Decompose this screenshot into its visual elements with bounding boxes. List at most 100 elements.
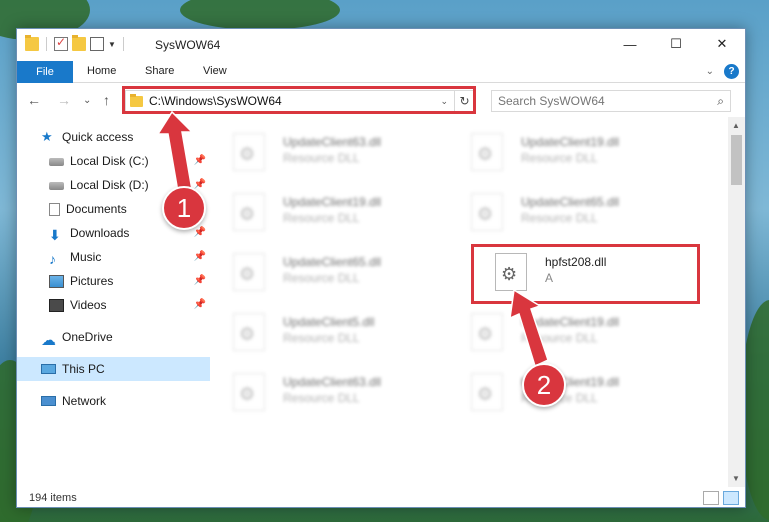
separator xyxy=(46,37,47,51)
sidebar-item-videos[interactable]: Videos 📌 xyxy=(17,293,210,317)
ribbon-collapse-chevron-icon[interactable]: ⌄ xyxy=(706,66,714,77)
step-badge-1: 1 xyxy=(162,186,206,230)
pin-icon[interactable]: 📌 xyxy=(194,155,206,166)
vertical-scrollbar[interactable]: ▲ ▼ xyxy=(728,117,745,487)
file-type: Resource DLL xyxy=(283,331,360,345)
large-icons-view-icon[interactable] xyxy=(723,491,739,505)
pin-icon[interactable]: 📌 xyxy=(194,251,206,262)
status-bar: 194 items xyxy=(17,487,745,509)
sidebar-item-this-pc[interactable]: This PC xyxy=(17,357,210,381)
title-bar: ▼ SysWOW64 — ☐ ✕ xyxy=(17,29,745,61)
download-icon: ⬇ xyxy=(49,226,61,243)
music-icon: ♪ xyxy=(49,250,56,267)
search-input[interactable] xyxy=(498,94,718,108)
ribbon-tabs: File Home Share View ⌄ ? xyxy=(17,61,745,83)
dll-file-icon xyxy=(233,373,265,411)
sidebar-item-label: Documents xyxy=(66,202,127,216)
customize-toolbar-chevron-icon[interactable]: ▼ xyxy=(108,40,116,49)
dll-file-icon xyxy=(233,313,265,351)
file-type: Resource DLL xyxy=(521,331,598,345)
tab-home[interactable]: Home xyxy=(87,65,116,77)
dll-file-icon xyxy=(471,313,503,351)
properties-icon[interactable] xyxy=(90,37,104,51)
sidebar-item-label: Music xyxy=(70,250,102,264)
file-highlight xyxy=(471,244,700,304)
disk-icon xyxy=(49,158,64,166)
recent-locations-chevron-icon[interactable]: ⌄ xyxy=(83,95,91,106)
details-view-icon[interactable] xyxy=(703,491,719,505)
network-icon xyxy=(41,396,56,406)
up-arrow-icon[interactable]: ↑ xyxy=(103,92,110,108)
pin-icon[interactable]: 📌 xyxy=(194,299,206,310)
cloud-icon: ☁ xyxy=(41,331,56,349)
view-switcher xyxy=(703,491,739,505)
search-icon[interactable]: ⌕ xyxy=(717,94,724,109)
file-item[interactable]: UpdateClient5.dll Resource DLL xyxy=(213,309,433,357)
ribbon-right-controls: ⌄ ? xyxy=(706,64,739,79)
file-type: Resource DLL xyxy=(283,151,360,165)
file-item[interactable]: UpdateClient65.dll Resource DLL xyxy=(451,189,671,237)
videos-icon xyxy=(49,298,64,312)
file-name: UpdateClient65.dll xyxy=(521,195,620,209)
step-badge-2: 2 xyxy=(522,363,566,407)
tab-view[interactable]: View xyxy=(203,65,227,77)
sidebar-item-local-disk-c[interactable]: Local Disk (C:) 📌 xyxy=(17,149,210,173)
sidebar-item-label: Local Disk (C:) xyxy=(70,154,149,168)
close-button[interactable]: ✕ xyxy=(699,29,745,59)
sidebar-item-label: OneDrive xyxy=(62,330,113,344)
pin-icon[interactable]: 📌 xyxy=(194,227,206,238)
help-icon[interactable]: ? xyxy=(724,64,739,79)
file-item[interactable]: UpdateClient65.dll Resource DLL xyxy=(213,249,433,297)
scroll-down-arrow-icon[interactable]: ▼ xyxy=(732,474,740,483)
navigation-pane: ★ Quick access Local Disk (C:) 📌 Local D… xyxy=(17,125,210,475)
file-item[interactable]: UpdateClient63.dll Resource DLL xyxy=(213,129,433,177)
dll-file-icon xyxy=(233,193,265,231)
pin-icon[interactable]: 📌 xyxy=(194,275,206,286)
sidebar-item-label: Local Disk (D:) xyxy=(70,178,149,192)
separator xyxy=(122,37,124,51)
sidebar-item-music[interactable]: ♪ Music 📌 xyxy=(17,245,210,269)
file-type: Resource DLL xyxy=(521,151,598,165)
sidebar-item-network[interactable]: Network xyxy=(17,389,210,413)
back-arrow-icon[interactable]: ← xyxy=(27,92,41,108)
forward-arrow-icon[interactable]: → xyxy=(57,92,71,108)
scrollbar-thumb[interactable] xyxy=(731,135,742,185)
tab-share[interactable]: Share xyxy=(145,65,174,77)
file-item[interactable]: UpdateClient19.dll Resource DLL xyxy=(451,129,671,177)
palm-leaf xyxy=(180,0,340,30)
window-title: SysWOW64 xyxy=(155,38,221,52)
dll-file-icon xyxy=(471,373,503,411)
sidebar-item-quick-access[interactable]: ★ Quick access xyxy=(17,125,210,149)
file-name: UpdateClient19.dll xyxy=(521,135,620,149)
dll-file-icon xyxy=(471,193,503,231)
file-name: UpdateClient19.dll xyxy=(521,315,620,329)
new-folder-icon[interactable] xyxy=(72,35,86,51)
disk-icon xyxy=(49,182,64,190)
search-box[interactable]: ⌕ xyxy=(491,90,731,112)
file-item[interactable]: UpdateClient19.dll Resource DLL xyxy=(451,309,671,357)
maximize-button[interactable]: ☐ xyxy=(653,29,699,59)
file-item[interactable]: UpdateClient19.dll Resource DLL xyxy=(213,189,433,237)
tab-file[interactable]: File xyxy=(17,61,73,83)
file-name: UpdateClient5.dll xyxy=(283,315,375,329)
dll-file-icon xyxy=(233,253,265,291)
documents-icon xyxy=(49,202,60,216)
star-icon: ★ xyxy=(41,129,53,144)
address-bar-highlight xyxy=(122,86,476,114)
properties-check-icon[interactable] xyxy=(54,35,68,51)
scroll-up-arrow-icon[interactable]: ▲ xyxy=(732,121,740,130)
sidebar-item-onedrive[interactable]: ☁ OneDrive xyxy=(17,325,210,349)
minimize-button[interactable]: — xyxy=(607,29,653,59)
sidebar-item-label: Downloads xyxy=(70,226,130,240)
file-type: Resource DLL xyxy=(283,391,360,405)
file-item[interactable]: UpdateClient63.dll Resource DLL xyxy=(213,369,433,417)
sidebar-item-label: Videos xyxy=(70,298,107,312)
sidebar-item-label: Network xyxy=(62,394,107,408)
file-type: Resource DLL xyxy=(283,271,360,285)
file-name: UpdateClient63.dll xyxy=(283,135,382,149)
file-type: Resource DLL xyxy=(521,211,598,225)
sidebar-item-pictures[interactable]: Pictures 📌 xyxy=(17,269,210,293)
quick-access-toolbar: ▼ xyxy=(25,35,127,51)
dll-file-icon xyxy=(471,133,503,171)
computer-icon xyxy=(41,364,56,374)
